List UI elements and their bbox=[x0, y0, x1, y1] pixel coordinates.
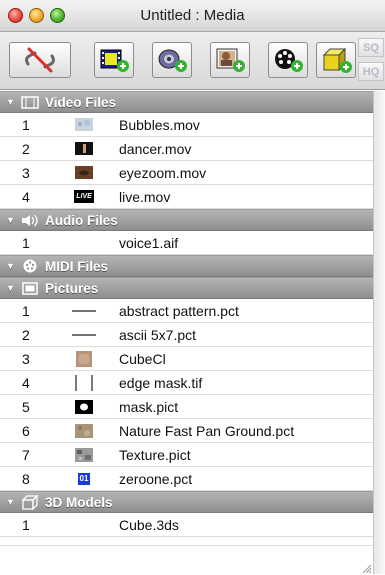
zeroone-badge: 01 bbox=[77, 472, 91, 485]
live-thumbnail: LIVE bbox=[69, 189, 99, 205]
texture-thumbnail bbox=[69, 447, 99, 463]
speaker-add-icon bbox=[158, 49, 187, 72]
ascii-thumbnail bbox=[69, 327, 99, 343]
add-video-button[interactable] bbox=[94, 42, 134, 78]
sq-button[interactable]: SQ bbox=[358, 38, 384, 57]
disclosure-triangle-icon[interactable]: ▼ bbox=[6, 497, 20, 507]
media-list: ▼ Video Files 1 Bubbles.mov 2 dancer.mov… bbox=[0, 91, 373, 537]
picture-icon bbox=[20, 281, 40, 295]
midi-icon bbox=[20, 259, 40, 273]
list-item[interactable]: 6 Nature Fast Pan Ground.pct bbox=[0, 419, 373, 443]
mask-thumbnail bbox=[69, 399, 99, 415]
item-number: 6 bbox=[22, 422, 30, 439]
live-badge: LIVE bbox=[74, 190, 94, 203]
item-number: 5 bbox=[22, 398, 30, 415]
add-audio-button[interactable] bbox=[152, 42, 192, 78]
item-name: abstract pattern.pct bbox=[119, 302, 239, 319]
disclosure-triangle-icon[interactable]: ▼ bbox=[6, 215, 20, 225]
item-number: 3 bbox=[22, 164, 30, 181]
add-3d-button[interactable] bbox=[316, 42, 356, 78]
toolbar: SQ HQ bbox=[0, 32, 385, 90]
list-item[interactable]: 5 mask.pict bbox=[0, 395, 373, 419]
list-item[interactable]: 2 dancer.mov bbox=[0, 137, 373, 161]
unlink-icon bbox=[25, 47, 55, 73]
item-number: 4 bbox=[22, 188, 30, 205]
section-label-pictures: Pictures bbox=[45, 280, 99, 296]
remove-link-button[interactable] bbox=[9, 42, 71, 78]
item-name: ascii 5x7.pct bbox=[119, 326, 197, 343]
item-name: zeroone.pct bbox=[119, 470, 193, 487]
abstract-pattern-thumbnail bbox=[69, 303, 99, 319]
list-item[interactable]: 4 edge mask.tif bbox=[0, 371, 373, 395]
item-number: 4 bbox=[22, 374, 30, 391]
list-item[interactable]: 8 01 zeroone.pct bbox=[0, 467, 373, 491]
disclosure-triangle-icon[interactable]: ▼ bbox=[6, 97, 20, 107]
item-number: 8 bbox=[22, 470, 30, 487]
add-picture-button[interactable] bbox=[210, 42, 250, 78]
item-number: 3 bbox=[22, 350, 30, 367]
list-item[interactable]: 1 abstract pattern.pct bbox=[0, 299, 373, 323]
film-icon bbox=[20, 95, 40, 109]
list-item[interactable]: 1 voice1.aif bbox=[0, 231, 373, 255]
item-name: dancer.mov bbox=[119, 140, 192, 157]
speaker-icon bbox=[20, 214, 40, 227]
zeroone-thumbnail: 01 bbox=[69, 471, 99, 487]
bubbles-thumbnail bbox=[69, 117, 99, 133]
section-header-pictures[interactable]: ▼ Pictures bbox=[0, 277, 373, 299]
item-number: 2 bbox=[22, 326, 30, 343]
item-name: edge mask.tif bbox=[119, 374, 203, 391]
dancer-thumbnail bbox=[69, 141, 99, 157]
disclosure-triangle-icon[interactable]: ▼ bbox=[6, 261, 20, 271]
hq-button[interactable]: HQ bbox=[358, 62, 384, 81]
item-number: 7 bbox=[22, 446, 30, 463]
film-add-icon bbox=[100, 49, 129, 72]
item-name: CubeCl bbox=[119, 350, 166, 367]
item-name: Nature Fast Pan Ground.pct bbox=[119, 422, 295, 439]
add-midi-button[interactable] bbox=[268, 42, 308, 78]
midi-add-icon bbox=[275, 49, 303, 72]
section-header-video[interactable]: ▼ Video Files bbox=[0, 91, 373, 113]
list-item[interactable]: 2 ascii 5x7.pct bbox=[0, 323, 373, 347]
list-item[interactable]: 1 Bubbles.mov bbox=[0, 113, 373, 137]
item-name: mask.pict bbox=[119, 398, 179, 415]
item-number: 2 bbox=[22, 140, 30, 157]
list-item[interactable]: 4 LIVE live.mov bbox=[0, 185, 373, 209]
item-name: live.mov bbox=[119, 188, 171, 205]
section-header-3d-models[interactable]: ▼ 3D Models bbox=[0, 491, 373, 513]
window-title: Untitled : Media bbox=[140, 7, 245, 24]
item-number: 1 bbox=[22, 302, 30, 319]
cube-add-icon bbox=[322, 47, 352, 73]
section-header-audio[interactable]: ▼ Audio Files bbox=[0, 209, 373, 231]
picture-add-icon bbox=[216, 48, 245, 72]
item-name: Cube.3ds bbox=[119, 516, 179, 533]
eyezoom-thumbnail bbox=[69, 165, 99, 181]
section-label-audio: Audio Files bbox=[45, 212, 118, 228]
list-item[interactable]: 3 eyezoom.mov bbox=[0, 161, 373, 185]
vertical-scrollbar[interactable] bbox=[373, 91, 385, 574]
section-label-3d-models: 3D Models bbox=[45, 494, 113, 510]
section-label-video: Video Files bbox=[45, 94, 117, 110]
nature-ground-thumbnail bbox=[69, 423, 99, 439]
item-name: Bubbles.mov bbox=[119, 116, 200, 133]
list-item[interactable]: 3 CubeCl bbox=[0, 347, 373, 371]
title-bar[interactable]: Untitled : Media bbox=[0, 0, 385, 32]
list-item[interactable]: 1 Cube.3ds bbox=[0, 513, 373, 537]
list-item[interactable]: 7 Texture.pict bbox=[0, 443, 373, 467]
section-header-midi[interactable]: ▼ MIDI Files bbox=[0, 255, 373, 277]
item-number: 1 bbox=[22, 116, 30, 133]
item-number: 1 bbox=[22, 234, 30, 251]
cubecl-thumbnail bbox=[69, 350, 99, 367]
disclosure-triangle-icon[interactable]: ▼ bbox=[6, 283, 20, 293]
list-empty-area bbox=[0, 545, 373, 575]
edge-mask-thumbnail bbox=[69, 374, 99, 391]
item-name: eyezoom.mov bbox=[119, 164, 207, 181]
item-number: 1 bbox=[22, 516, 30, 533]
cube-icon bbox=[20, 494, 40, 510]
section-label-midi: MIDI Files bbox=[45, 258, 109, 274]
item-name: voice1.aif bbox=[119, 234, 179, 251]
resize-grip-icon[interactable] bbox=[361, 563, 371, 573]
item-name: Texture.pict bbox=[119, 446, 191, 463]
